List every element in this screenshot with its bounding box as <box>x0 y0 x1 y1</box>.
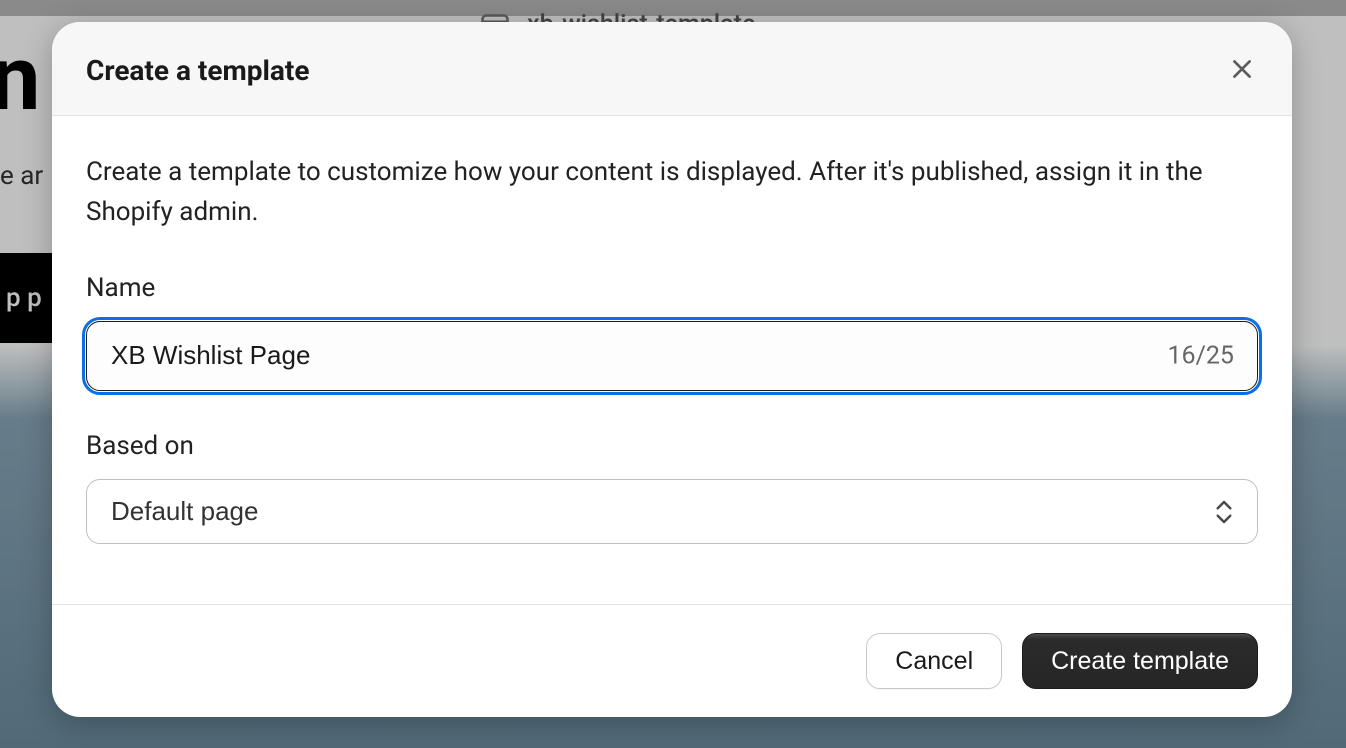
cancel-button[interactable]: Cancel <box>866 633 1002 689</box>
based-on-select[interactable]: Default page <box>86 479 1258 544</box>
char-count: 16/25 <box>1167 341 1234 370</box>
modal-footer: Cancel Create template <box>52 604 1292 717</box>
create-template-button[interactable]: Create template <box>1022 633 1258 689</box>
template-name-input[interactable] <box>86 321 1258 391</box>
modal-header: Create a template <box>52 22 1292 116</box>
modal-body: Create a template to customize how your … <box>52 116 1292 604</box>
name-input-wrap: 16/25 <box>86 321 1258 391</box>
based-on-label: Based on <box>86 431 1258 461</box>
modal-title: Create a template <box>86 54 310 87</box>
close-button[interactable] <box>1226 55 1258 87</box>
based-on-select-wrap: Default page <box>86 479 1258 544</box>
modal-description: Create a template to customize how your … <box>86 152 1258 233</box>
create-template-modal: Create a template Create a template to c… <box>52 22 1292 717</box>
close-icon <box>1229 56 1255 85</box>
name-label: Name <box>86 273 1258 303</box>
